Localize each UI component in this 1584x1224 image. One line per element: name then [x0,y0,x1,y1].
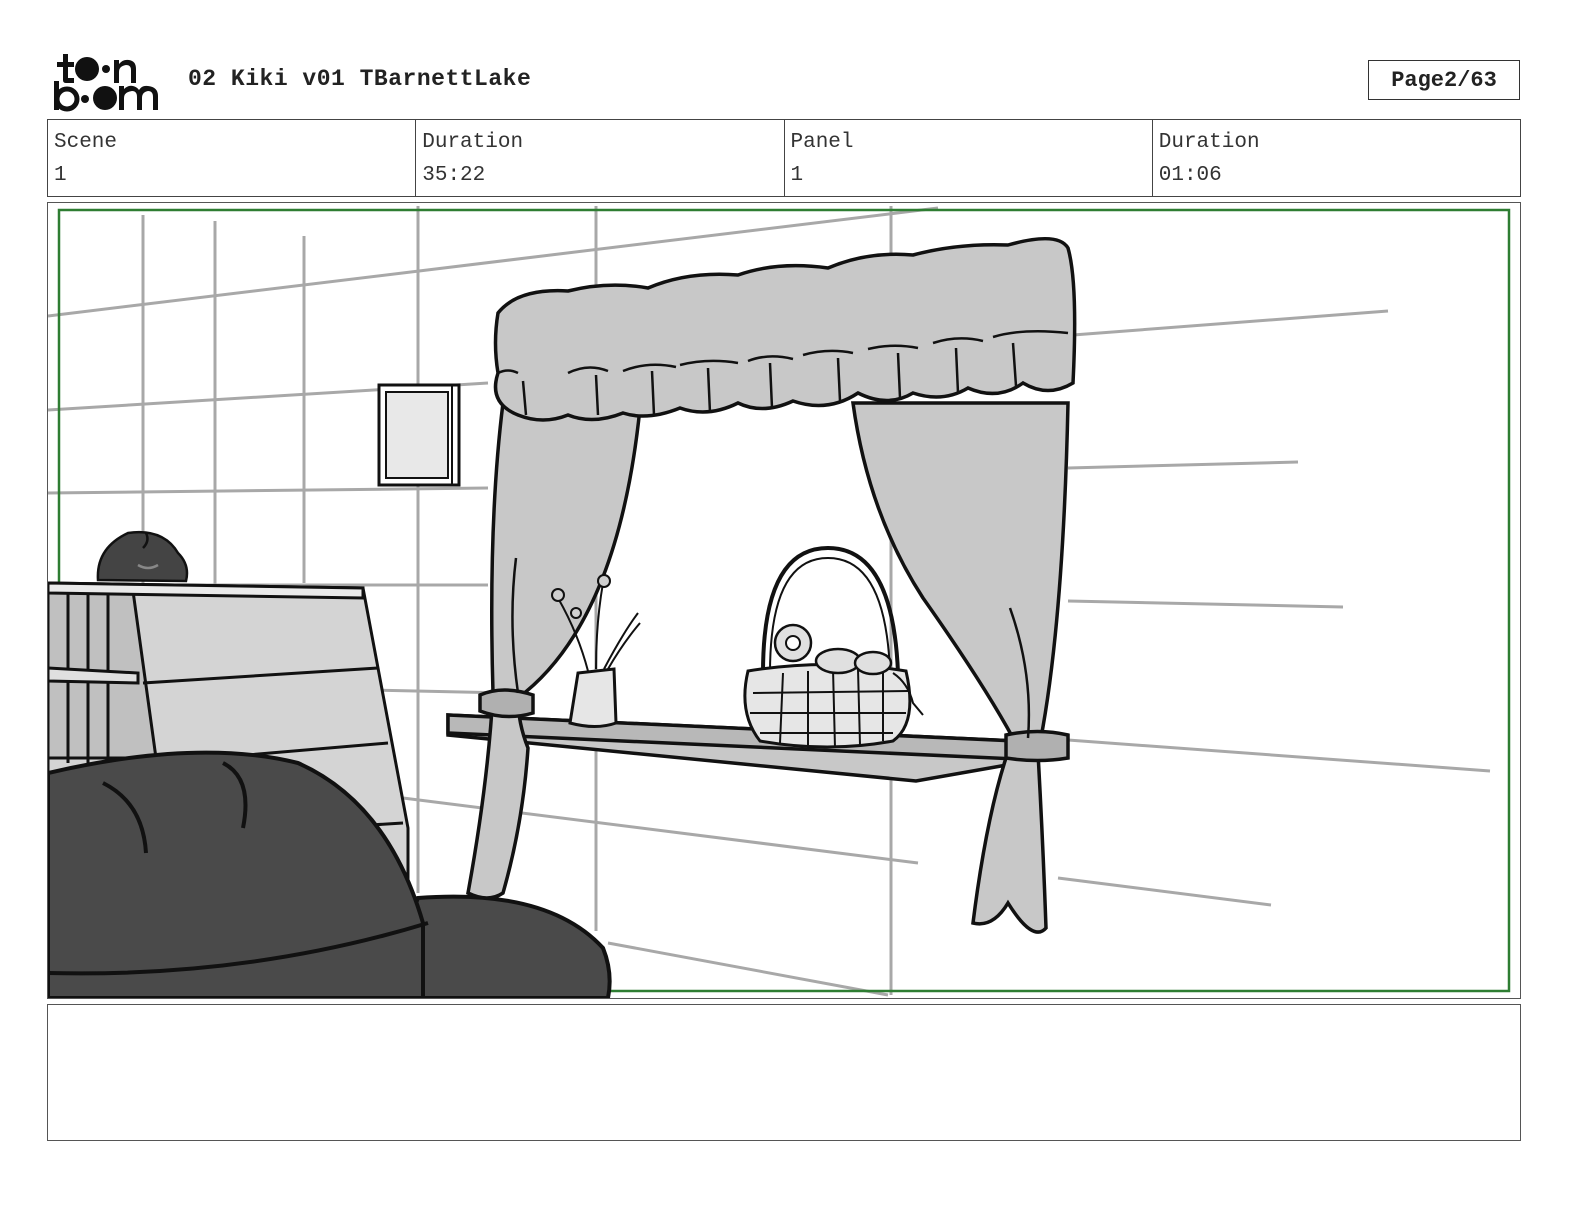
panel-duration-value: 01:06 [1158,164,1222,187]
panel-cell: Panel 1 [785,120,1153,196]
panel-value: 1 [790,164,804,187]
panel-drawing [48,206,1511,998]
scene-value: 1 [54,164,67,187]
scene-cell: Scene 1 [48,120,417,196]
sleeping-cat [96,530,189,583]
panel-label: Panel [790,131,854,154]
scene-info-table: Scene 1 Duration 35:22 Panel 1 Duration … [47,119,1521,197]
scene-duration-label: Duration [422,131,524,154]
project-title: 02 Kiki v01 TBarnettLake [188,66,532,92]
panel-duration-cell: Duration 01:06 [1153,120,1520,196]
panel-notes-box [47,1004,1521,1141]
toon-boom-logo [52,52,164,112]
scene-duration-value: 35:22 [422,164,486,187]
page-number: 2/63 [1444,67,1497,93]
panel-duration-label: Duration [1158,131,1260,154]
storyboard-panel [47,202,1521,999]
fruit-basket [743,545,924,749]
scene-label: Scene [54,131,118,154]
curtain-valance [493,236,1077,422]
page-indicator: Page 2/63 [1368,60,1520,100]
wall-shelf [446,713,1020,783]
scene-duration-cell: Duration 35:22 [416,120,785,196]
page-label: Page [1391,67,1444,93]
wall-picture-frame [377,383,461,487]
